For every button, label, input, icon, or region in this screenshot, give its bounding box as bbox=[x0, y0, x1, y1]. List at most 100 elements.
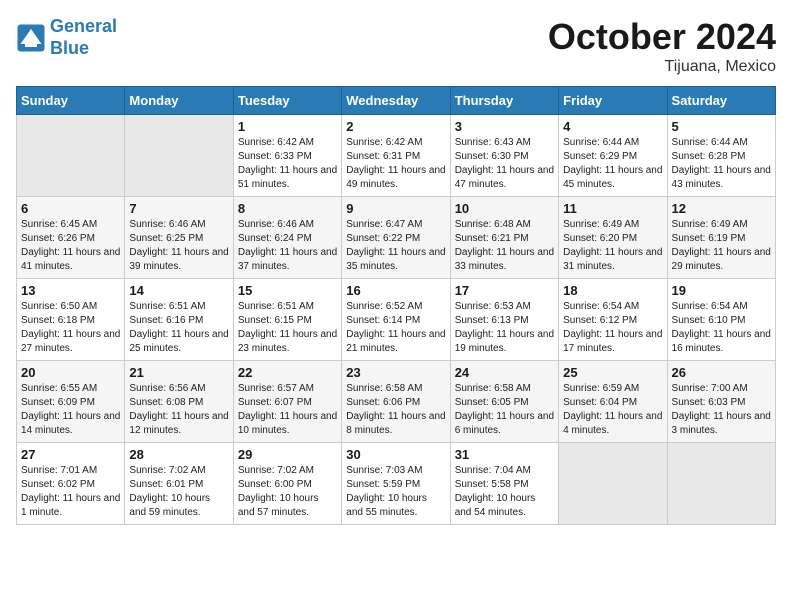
weekday-header: Tuesday bbox=[233, 87, 341, 115]
day-info: Sunrise: 6:49 AM Sunset: 6:19 PM Dayligh… bbox=[672, 218, 771, 274]
calendar-cell bbox=[559, 443, 667, 525]
calendar-cell: 23 Sunrise: 6:58 AM Sunset: 6:06 PM Dayli… bbox=[342, 361, 450, 443]
calendar-header-row: SundayMondayTuesdayWednesdayThursdayFrid… bbox=[17, 87, 776, 115]
calendar-cell bbox=[667, 443, 775, 525]
day-number: 17 bbox=[455, 283, 554, 298]
day-info: Sunrise: 7:02 AM Sunset: 6:01 PM Dayligh… bbox=[129, 464, 228, 520]
calendar-cell: 31 Sunrise: 7:04 AM Sunset: 5:58 PM Dayli… bbox=[450, 443, 558, 525]
calendar-cell: 14 Sunrise: 6:51 AM Sunset: 6:16 PM Dayli… bbox=[125, 279, 233, 361]
calendar-cell: 4Sunrise: 6:44 AM Sunset: 6:29 PM Daylig… bbox=[559, 115, 667, 197]
day-info: Sunrise: 6:51 AM Sunset: 6:15 PM Dayligh… bbox=[238, 300, 337, 356]
day-number: 16 bbox=[346, 283, 445, 298]
weekday-header: Monday bbox=[125, 87, 233, 115]
month-title: October 2024 bbox=[548, 16, 776, 58]
day-number: 8 bbox=[238, 201, 337, 216]
day-info: Sunrise: 7:01 AM Sunset: 6:02 PM Dayligh… bbox=[21, 464, 120, 520]
calendar-week-row: 20Sunrise: 6:55 AM Sunset: 6:09 PM Dayli… bbox=[17, 361, 776, 443]
day-number: 31 bbox=[455, 447, 554, 462]
day-info: Sunrise: 6:59 AM Sunset: 6:04 PM Dayligh… bbox=[563, 382, 662, 438]
day-info: Sunrise: 6:42 AM Sunset: 6:31 PM Dayligh… bbox=[346, 136, 445, 192]
logo-icon bbox=[16, 23, 46, 53]
calendar-cell: 29 Sunrise: 7:02 AM Sunset: 6:00 PM Dayli… bbox=[233, 443, 341, 525]
day-info: Sunrise: 6:58 AM Sunset: 6:05 PM Dayligh… bbox=[455, 382, 554, 438]
day-number: 26 bbox=[672, 365, 771, 380]
calendar-cell: 2 Sunrise: 6:42 AM Sunset: 6:31 PM Daylig… bbox=[342, 115, 450, 197]
day-info: Sunrise: 6:56 AM Sunset: 6:08 PM Dayligh… bbox=[129, 382, 228, 438]
calendar-cell: 22Sunrise: 6:57 AM Sunset: 6:07 PM Dayli… bbox=[233, 361, 341, 443]
day-info: Sunrise: 6:58 AM Sunset: 6:06 PM Dayligh… bbox=[346, 382, 445, 438]
day-number: 20 bbox=[21, 365, 120, 380]
calendar-cell: 8 Sunrise: 6:46 AM Sunset: 6:24 PM Daylig… bbox=[233, 197, 341, 279]
calendar-cell: 3Sunrise: 6:43 AM Sunset: 6:30 PM Daylig… bbox=[450, 115, 558, 197]
calendar-week-row: 1 Sunrise: 6:42 AM Sunset: 6:33 PM Daylig… bbox=[17, 115, 776, 197]
day-number: 13 bbox=[21, 283, 120, 298]
day-info: Sunrise: 6:42 AM Sunset: 6:33 PM Dayligh… bbox=[238, 136, 337, 192]
day-number: 30 bbox=[346, 447, 445, 462]
calendar-cell: 18 Sunrise: 6:54 AM Sunset: 6:12 PM Dayli… bbox=[559, 279, 667, 361]
day-number: 23 bbox=[346, 365, 445, 380]
weekday-header: Wednesday bbox=[342, 87, 450, 115]
calendar-cell: 25 Sunrise: 6:59 AM Sunset: 6:04 PM Dayli… bbox=[559, 361, 667, 443]
calendar-cell: 27 Sunrise: 7:01 AM Sunset: 6:02 PM Dayli… bbox=[17, 443, 125, 525]
day-number: 9 bbox=[346, 201, 445, 216]
calendar-cell: 12 Sunrise: 6:49 AM Sunset: 6:19 PM Dayli… bbox=[667, 197, 775, 279]
day-number: 1 bbox=[238, 119, 337, 134]
weekday-header: Saturday bbox=[667, 87, 775, 115]
logo-line2: Blue bbox=[50, 38, 89, 58]
day-number: 7 bbox=[129, 201, 228, 216]
day-number: 2 bbox=[346, 119, 445, 134]
calendar-cell: 15 Sunrise: 6:51 AM Sunset: 6:15 PM Dayli… bbox=[233, 279, 341, 361]
calendar-cell: 13Sunrise: 6:50 AM Sunset: 6:18 PM Dayli… bbox=[17, 279, 125, 361]
calendar-cell: 10 Sunrise: 6:48 AM Sunset: 6:21 PM Dayli… bbox=[450, 197, 558, 279]
day-number: 10 bbox=[455, 201, 554, 216]
day-number: 15 bbox=[238, 283, 337, 298]
calendar-cell: 30Sunrise: 7:03 AM Sunset: 5:59 PM Dayli… bbox=[342, 443, 450, 525]
day-info: Sunrise: 6:46 AM Sunset: 6:24 PM Dayligh… bbox=[238, 218, 337, 274]
day-info: Sunrise: 6:54 AM Sunset: 6:10 PM Dayligh… bbox=[672, 300, 771, 356]
calendar-cell bbox=[17, 115, 125, 197]
calendar-cell: 19Sunrise: 6:54 AM Sunset: 6:10 PM Dayli… bbox=[667, 279, 775, 361]
day-info: Sunrise: 6:46 AM Sunset: 6:25 PM Dayligh… bbox=[129, 218, 228, 274]
calendar-cell: 1 Sunrise: 6:42 AM Sunset: 6:33 PM Daylig… bbox=[233, 115, 341, 197]
day-number: 14 bbox=[129, 283, 228, 298]
calendar-cell: 20Sunrise: 6:55 AM Sunset: 6:09 PM Dayli… bbox=[17, 361, 125, 443]
day-number: 25 bbox=[563, 365, 662, 380]
calendar-cell: 6 Sunrise: 6:45 AM Sunset: 6:26 PM Daylig… bbox=[17, 197, 125, 279]
day-info: Sunrise: 6:51 AM Sunset: 6:16 PM Dayligh… bbox=[129, 300, 228, 356]
day-info: Sunrise: 6:48 AM Sunset: 6:21 PM Dayligh… bbox=[455, 218, 554, 274]
calendar-cell: 11Sunrise: 6:49 AM Sunset: 6:20 PM Dayli… bbox=[559, 197, 667, 279]
calendar-cell: 5Sunrise: 6:44 AM Sunset: 6:28 PM Daylig… bbox=[667, 115, 775, 197]
day-number: 29 bbox=[238, 447, 337, 462]
day-info: Sunrise: 7:04 AM Sunset: 5:58 PM Dayligh… bbox=[455, 464, 554, 520]
calendar-cell: 24Sunrise: 6:58 AM Sunset: 6:05 PM Dayli… bbox=[450, 361, 558, 443]
day-number: 28 bbox=[129, 447, 228, 462]
day-number: 27 bbox=[21, 447, 120, 462]
weekday-header: Sunday bbox=[17, 87, 125, 115]
logo-line1: General bbox=[50, 16, 117, 36]
day-info: Sunrise: 6:53 AM Sunset: 6:13 PM Dayligh… bbox=[455, 300, 554, 356]
day-info: Sunrise: 6:54 AM Sunset: 6:12 PM Dayligh… bbox=[563, 300, 662, 356]
title-area: October 2024 Tijuana, Mexico bbox=[548, 16, 776, 76]
day-info: Sunrise: 6:49 AM Sunset: 6:20 PM Dayligh… bbox=[563, 218, 662, 274]
weekday-header: Thursday bbox=[450, 87, 558, 115]
calendar-cell: 16Sunrise: 6:52 AM Sunset: 6:14 PM Dayli… bbox=[342, 279, 450, 361]
calendar-cell: 9Sunrise: 6:47 AM Sunset: 6:22 PM Daylig… bbox=[342, 197, 450, 279]
calendar-cell bbox=[125, 115, 233, 197]
day-number: 18 bbox=[563, 283, 662, 298]
day-number: 3 bbox=[455, 119, 554, 134]
location-subtitle: Tijuana, Mexico bbox=[548, 58, 776, 76]
day-number: 22 bbox=[238, 365, 337, 380]
calendar-cell: 7 Sunrise: 6:46 AM Sunset: 6:25 PM Daylig… bbox=[125, 197, 233, 279]
day-number: 12 bbox=[672, 201, 771, 216]
calendar-cell: 21Sunrise: 6:56 AM Sunset: 6:08 PM Dayli… bbox=[125, 361, 233, 443]
day-info: Sunrise: 7:02 AM Sunset: 6:00 PM Dayligh… bbox=[238, 464, 337, 520]
day-info: Sunrise: 6:45 AM Sunset: 6:26 PM Dayligh… bbox=[21, 218, 120, 274]
calendar-week-row: 27 Sunrise: 7:01 AM Sunset: 6:02 PM Dayli… bbox=[17, 443, 776, 525]
calendar-week-row: 6 Sunrise: 6:45 AM Sunset: 6:26 PM Daylig… bbox=[17, 197, 776, 279]
day-number: 6 bbox=[21, 201, 120, 216]
logo: General Blue bbox=[16, 16, 117, 59]
calendar-week-row: 13Sunrise: 6:50 AM Sunset: 6:18 PM Dayli… bbox=[17, 279, 776, 361]
calendar-cell: 17 Sunrise: 6:53 AM Sunset: 6:13 PM Dayli… bbox=[450, 279, 558, 361]
weekday-header: Friday bbox=[559, 87, 667, 115]
day-info: Sunrise: 6:44 AM Sunset: 6:28 PM Dayligh… bbox=[672, 136, 771, 192]
